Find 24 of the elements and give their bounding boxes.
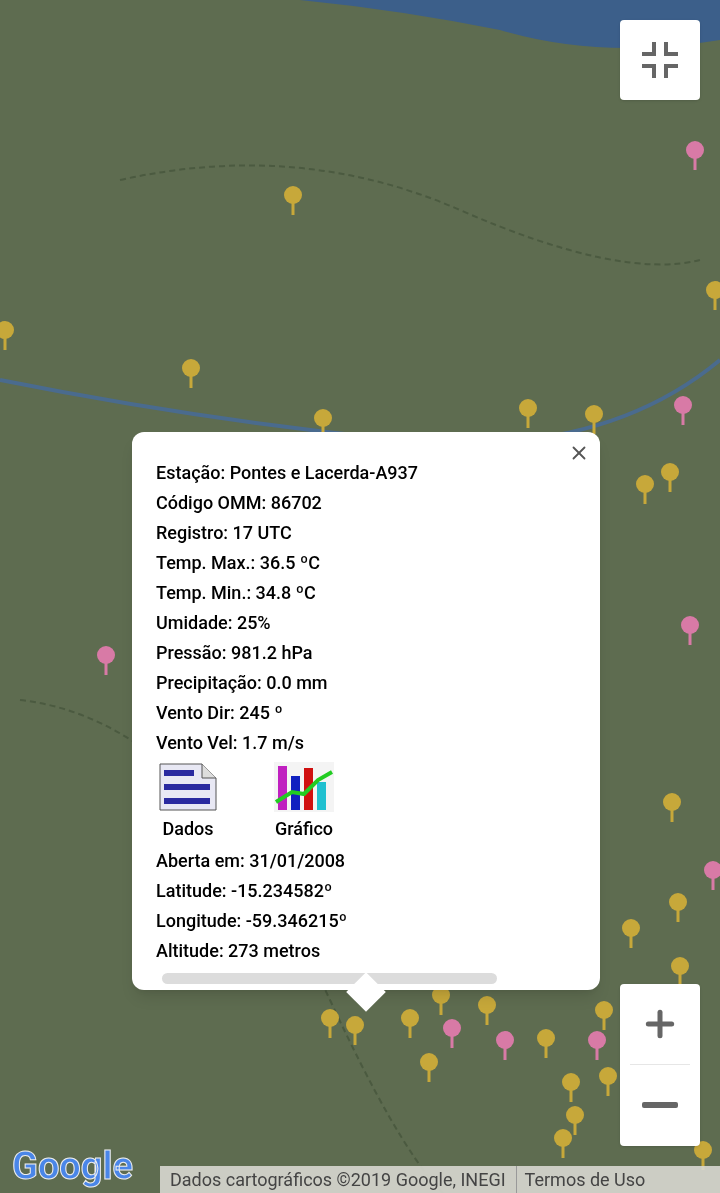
terms-link[interactable]: Termos de Uso [515,1166,654,1193]
exit-fullscreen-button[interactable] [620,20,700,100]
station-info-text: Estação: Pontes e Lacerda-A937 [156,461,419,485]
station-info-text: Pressão: 981.2 hPa [156,641,314,665]
data-link[interactable]: Dados [156,762,220,842]
horizontal-scrollbar[interactable] [162,973,497,984]
station-info-text: Temp. Max.: 36.5 ºC [156,551,321,575]
station-info-text: Vento Dir: 245 º [156,701,284,725]
station-info-text: Registro: 17 UTC [156,521,293,545]
bar-chart-icon [274,762,334,812]
station-detail-text: Longitude: -59.346215º [156,909,348,933]
station-info-text: Código OMM: 86702 [156,491,323,515]
station-info-text: Umidade: 25% [156,611,272,635]
minus-icon [642,1102,678,1108]
station-info-text: Precipitação: 0.0 mm [156,671,329,695]
station-detail-text: Altitude: 273 metros [156,939,322,963]
exit-fullscreen-icon [640,40,680,80]
chart-link[interactable]: Gráfico [272,762,336,842]
station-info-text: Temp. Min.: 34.8 ºC [156,581,317,605]
station-detail-text: Aberta em: 31/01/2008 [156,849,347,873]
station-info-text: Vento Vel: 1.7 m/s [156,731,305,755]
station-detail-text: Latitude: -15.234582º [156,879,334,903]
google-logo: Google [12,1144,134,1188]
attribution-text: Dados cartográficos ©2019 Google, INEGI [169,1168,507,1192]
